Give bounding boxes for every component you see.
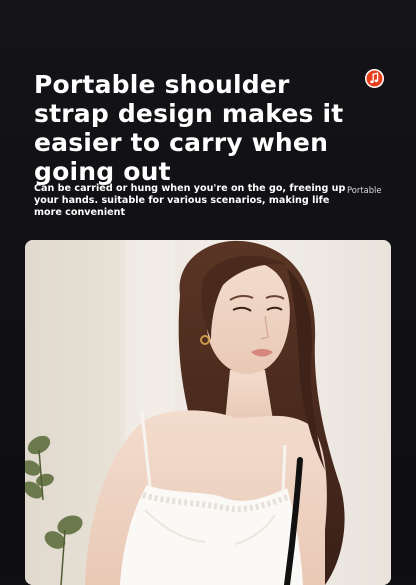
feature-description: Can be carried or hung when you're on th… (34, 183, 346, 218)
headline: Portable shoulder strap design makes it … (34, 70, 344, 186)
music-note-icon[interactable] (365, 69, 384, 88)
product-detail-page: Portable shoulder strap design makes it … (0, 0, 416, 585)
side-tag: Portable (347, 185, 382, 195)
product-photo (25, 240, 391, 585)
